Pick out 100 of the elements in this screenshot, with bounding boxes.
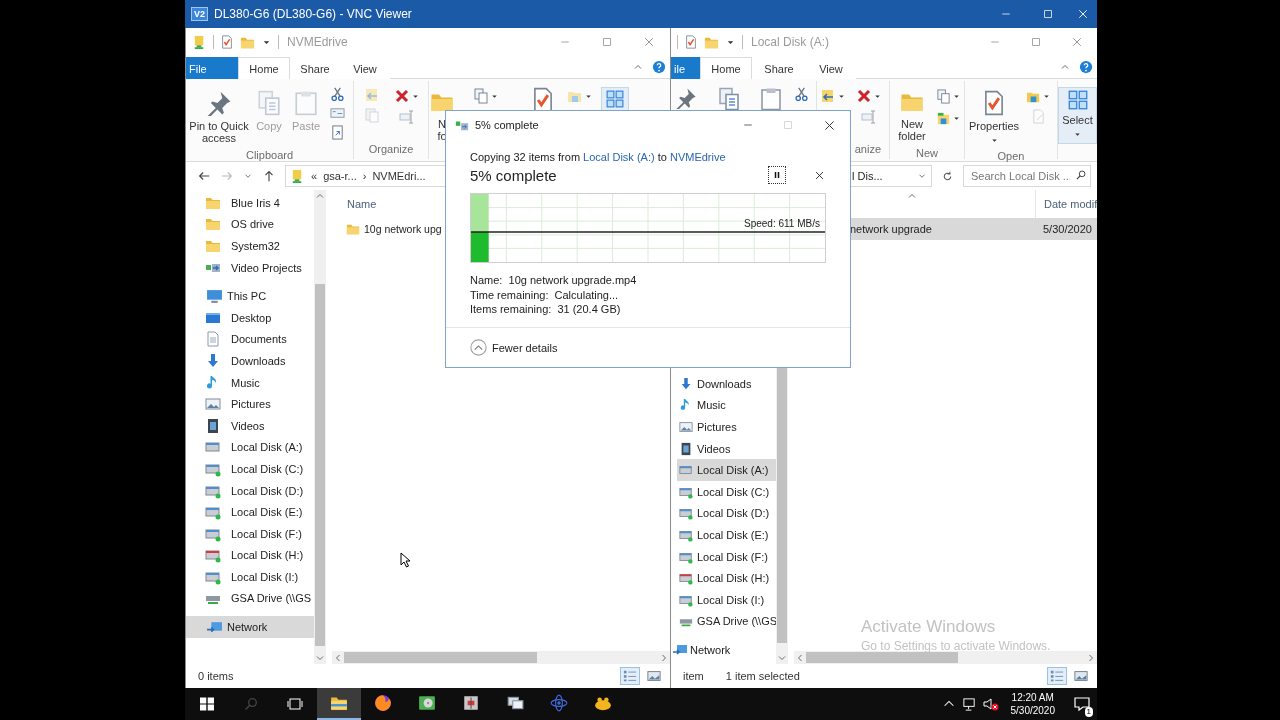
small-document-icon[interactable] xyxy=(329,106,345,121)
nav-item[interactable]: OS drive xyxy=(186,213,314,236)
task-view-icon[interactable] xyxy=(287,696,303,712)
source-link[interactable]: Local Disk (A:) xyxy=(583,151,655,163)
nav-item[interactable]: Network xyxy=(671,639,776,661)
details-view-button[interactable] xyxy=(1047,667,1067,685)
move-folder-icon[interactable] xyxy=(820,88,836,104)
nav-item[interactable]: Local Disk (H:) xyxy=(677,567,776,589)
maximize-icon[interactable] xyxy=(1042,8,1054,20)
scrollbar[interactable] xyxy=(332,651,670,664)
new-item-icon[interactable] xyxy=(473,88,489,104)
nav-item[interactable]: Documents xyxy=(186,328,314,351)
shortcut-document-icon[interactable] xyxy=(329,125,345,140)
nav-item[interactable]: Local Disk (A:) xyxy=(677,459,776,481)
nav-item[interactable]: Local Disk (D:) xyxy=(186,479,314,502)
network-status-icon[interactable] xyxy=(961,696,977,712)
rename-icon[interactable] xyxy=(861,109,877,125)
breadcrumb[interactable]: « xyxy=(311,170,318,182)
nav-item[interactable]: Local Disk (E:) xyxy=(677,524,776,546)
scrollbar-thumb[interactable] xyxy=(806,652,958,663)
scrollbar-thumb[interactable] xyxy=(315,284,325,646)
up-arrow-icon[interactable] xyxy=(262,169,276,183)
nav-item[interactable]: Music xyxy=(677,394,776,417)
details-view-icon xyxy=(623,669,637,683)
nav-item[interactable]: Downloads xyxy=(677,373,776,395)
nav-item[interactable]: System32 xyxy=(186,235,314,257)
nav-item[interactable]: Local Disk (E:) xyxy=(186,501,314,523)
new-folder-button[interactable]: New folder xyxy=(890,87,934,147)
destination-link[interactable]: NVMEdrive xyxy=(669,151,726,163)
nav-item[interactable]: Local Disk (F:) xyxy=(677,545,776,568)
nav-item[interactable]: Pictures xyxy=(677,416,776,438)
nav-item[interactable]: Local Disk (C:) xyxy=(186,458,314,480)
forward-icon[interactable] xyxy=(220,169,234,183)
taskbar-button[interactable] xyxy=(317,688,361,720)
column-header[interactable]: Date modif xyxy=(1036,198,1097,210)
large-icons-view-icon[interactable] xyxy=(1074,669,1088,683)
nav-item[interactable]: Desktop xyxy=(186,306,314,329)
back-icon[interactable] xyxy=(197,169,211,183)
nav-item[interactable]: GSA Drive (\\GS xyxy=(186,587,314,610)
scrollbar-thumb[interactable] xyxy=(344,652,537,663)
file-row[interactable]: 10g network upg xyxy=(326,218,670,240)
nav-item[interactable]: Local Disk (H:) xyxy=(186,544,314,567)
nav-item[interactable]: Network xyxy=(186,616,314,638)
nav-item[interactable]: Downloads xyxy=(186,350,314,372)
nav-item[interactable]: Music xyxy=(186,371,314,394)
large-icons-view-icon[interactable] xyxy=(647,669,661,683)
select-button[interactable] xyxy=(601,87,629,113)
search-field[interactable]: Search Local Disk ... xyxy=(963,165,1091,187)
breadcrumb[interactable]: gsa-r... xyxy=(323,170,357,182)
maximize-icon[interactable] xyxy=(1029,36,1042,48)
details-view-icon xyxy=(1050,669,1064,683)
file-tab[interactable]: ile xyxy=(671,57,700,79)
checked-document-icon[interactable] xyxy=(684,35,698,49)
new-item-icon[interactable] xyxy=(935,88,951,104)
pin-icon[interactable] xyxy=(675,87,697,109)
nav-item[interactable]: Local Disk (D:) xyxy=(677,502,776,525)
scissors-icon[interactable] xyxy=(329,87,345,102)
nav-item[interactable]: GSA Drive (\\GS xyxy=(677,610,776,633)
scrollbar[interactable] xyxy=(794,651,1097,664)
delete-icon[interactable] xyxy=(394,88,410,104)
start-icon[interactable] xyxy=(199,696,215,712)
ribbon-tab[interactable]: Home xyxy=(700,57,752,79)
maximize-icon[interactable] xyxy=(601,36,613,48)
refresh-icon[interactable] xyxy=(941,169,954,183)
select-button[interactable]: Select xyxy=(1058,87,1097,144)
nav-item[interactable]: Videos xyxy=(677,437,776,460)
nav-item[interactable]: Local Disk (I:) xyxy=(677,588,776,611)
nav-item[interactable]: Video Projects xyxy=(186,256,314,279)
column-header[interactable]: Name xyxy=(326,198,377,210)
notification-icon[interactable] xyxy=(1074,696,1090,712)
nav-item[interactable]: Local Disk (C:) xyxy=(677,480,776,503)
nav-item[interactable]: Local Disk (I:) xyxy=(186,566,314,588)
ribbon-button[interactable]: Pin to Quick access xyxy=(186,87,252,149)
ribbon-tab[interactable]: Home xyxy=(238,57,290,79)
details-view-button[interactable] xyxy=(620,667,640,685)
properties-button[interactable]: Properties xyxy=(965,87,1023,150)
search-icon[interactable] xyxy=(243,696,259,712)
nav-item[interactable]: This PC xyxy=(186,285,314,307)
easy-access-icon[interactable] xyxy=(935,110,951,126)
nav-item[interactable]: Pictures xyxy=(186,393,314,415)
breadcrumb[interactable]: NVMEdri... xyxy=(372,170,426,182)
nav-item[interactable]: Videos xyxy=(186,414,314,437)
nav-item[interactable]: Local Disk (A:) xyxy=(186,436,314,459)
help-icon[interactable] xyxy=(652,60,666,74)
clipboard-icon[interactable] xyxy=(759,87,783,111)
rename-icon[interactable] xyxy=(399,109,415,125)
nav-item[interactable]: Local Disk (F:) xyxy=(186,522,314,545)
delete-icon[interactable] xyxy=(856,88,872,104)
checked-document-icon[interactable] xyxy=(220,35,234,49)
fewer-details-button[interactable]: Fewer details xyxy=(470,339,558,356)
copy-icon[interactable] xyxy=(716,87,741,111)
scrollbar[interactable] xyxy=(314,190,326,664)
file-tab[interactable]: File xyxy=(186,57,238,79)
help-icon[interactable] xyxy=(1079,60,1093,74)
speaker-muted-icon[interactable] xyxy=(982,696,999,712)
close-icon[interactable] xyxy=(822,118,836,132)
scrollbar-thumb[interactable] xyxy=(777,367,787,643)
pause-button[interactable] xyxy=(768,166,786,184)
scissors-icon[interactable] xyxy=(793,87,809,102)
nav-item[interactable]: Blue Iris 4 xyxy=(186,192,314,214)
